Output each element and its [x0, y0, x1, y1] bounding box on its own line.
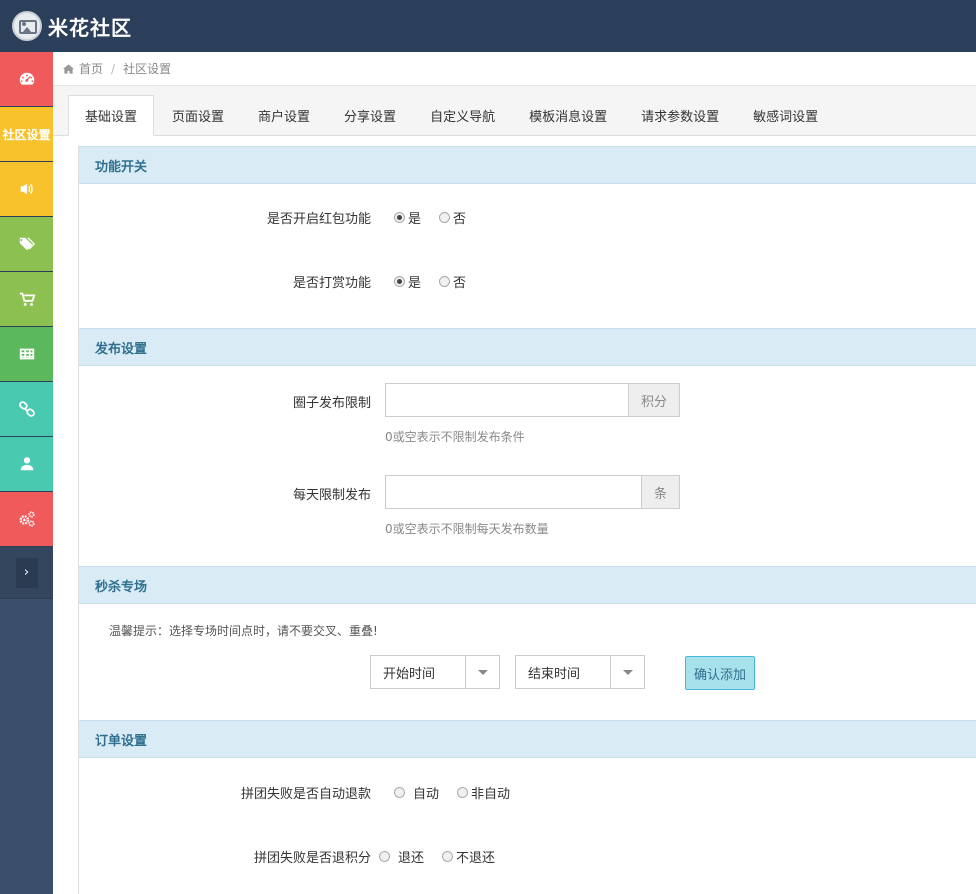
dashboard-icon — [19, 72, 34, 85]
daily-limit-group: 条 — [385, 475, 680, 509]
sidebar-item-table[interactable] — [0, 327, 53, 382]
reward-yes-radio[interactable] — [394, 276, 405, 287]
sidebar-item-tags[interactable] — [0, 217, 53, 272]
circle-limit-group: 积分 — [385, 383, 680, 417]
tags-icon — [19, 237, 35, 251]
start-time-select[interactable]: 开始时间 — [370, 655, 500, 689]
red-packet-yes-text: 是 — [408, 212, 422, 227]
section-flash-sale: 秒杀专场 温馨提示：选择专场时间点时，请不要交叉、重叠! 开始时间 结束时间 确… — [78, 566, 976, 722]
refund-points-keep-radio[interactable] — [442, 851, 454, 862]
home-icon — [63, 63, 74, 74]
reward-label: 是否打赏功能 — [292, 276, 371, 291]
section-publish-settings: 发布设置 圈子发布限制 积分 0或空表示不限制发布条件 每天限制发布 条 0或空… — [78, 328, 976, 568]
cart-icon — [19, 292, 35, 306]
confirm-add-button[interactable]: 确认添加 — [685, 656, 756, 690]
sidebar-item-community-settings[interactable]: 社区设置 — [0, 107, 53, 162]
sidebar-item-gears[interactable] — [0, 492, 53, 547]
daily-limit-addon: 条 — [640, 476, 679, 508]
link-icon — [18, 401, 35, 417]
circle-limit-label: 圈子发布限制 — [292, 396, 371, 411]
gears-icon — [19, 511, 35, 527]
tab-merchant[interactable]: 商户设置 — [242, 95, 326, 135]
user-icon — [20, 457, 33, 471]
caret-down-icon — [477, 669, 488, 675]
volume-icon — [20, 183, 33, 195]
brand-title: 米花社区 — [48, 15, 132, 40]
section-order-settings: 订单设置 拼团失败是否自动退款 自动 非自动 拼团失败是否退积分 退还 不退还 — [78, 720, 976, 894]
section-title: 订单设置 — [79, 720, 976, 758]
logo-icon — [12, 11, 42, 41]
reward-no-radio[interactable] — [439, 276, 451, 287]
daily-limit-label: 每天限制发布 — [292, 488, 371, 503]
sidebar-toggle[interactable]: › — [0, 547, 53, 599]
circle-limit-input[interactable] — [386, 384, 628, 416]
breadcrumb-home[interactable]: 首页 — [79, 60, 103, 77]
auto-refund-manual-radio[interactable] — [457, 787, 469, 798]
daily-limit-input[interactable] — [386, 476, 641, 508]
reward-no-text: 否 — [453, 276, 467, 291]
red-packet-no-radio[interactable] — [439, 212, 451, 223]
end-time-value: 结束时间 — [528, 666, 581, 682]
refund-points-return-text: 退还 — [398, 851, 425, 866]
refund-points-label: 拼团失败是否退积分 — [253, 851, 371, 866]
breadcrumb-current: 社区设置 — [123, 62, 172, 76]
tab-share[interactable]: 分享设置 — [328, 95, 412, 135]
auto-refund-auto-radio[interactable] — [394, 787, 405, 798]
section-function-switch: 功能开关 是否开启红包功能 是 否 是否打赏功能 是 否 — [78, 146, 976, 330]
caret-down-icon — [622, 669, 633, 675]
sidebar-item-cart[interactable] — [0, 272, 53, 327]
tab-custom-nav[interactable]: 自定义导航 — [414, 95, 511, 135]
tab-template-message[interactable]: 模板消息设置 — [513, 95, 623, 135]
sidebar-item-label: 社区设置 — [2, 127, 51, 142]
breadcrumb: 首页 / 社区设置 — [53, 52, 976, 86]
auto-refund-label: 拼团失败是否自动退款 — [240, 787, 371, 802]
refund-points-keep-text: 不退还 — [456, 851, 496, 866]
red-packet-yes-radio[interactable] — [394, 212, 405, 223]
sidebar-item-volume[interactable] — [0, 162, 53, 217]
settings-tabs: 基础设置 页面设置 商户设置 分享设置 自定义导航 模板消息设置 请求参数设置 … — [53, 86, 976, 136]
section-title: 发布设置 — [79, 328, 976, 366]
tab-page[interactable]: 页面设置 — [156, 95, 240, 135]
auto-refund-manual-text: 非自动 — [471, 787, 511, 802]
sidebar-item-user[interactable] — [0, 437, 53, 492]
daily-limit-help: 0或空表示不限制每天发布数量 — [385, 522, 549, 536]
section-title: 功能开关 — [79, 146, 976, 184]
reward-yes-text: 是 — [408, 276, 422, 291]
tab-request-params[interactable]: 请求参数设置 — [625, 95, 735, 135]
sidebar: 社区设置 › — [0, 52, 53, 894]
end-time-select[interactable]: 结束时间 — [515, 655, 645, 689]
tab-basic[interactable]: 基础设置 — [68, 95, 155, 136]
chevron-right-icon: › — [15, 557, 38, 588]
table-icon — [19, 348, 34, 360]
red-packet-label: 是否开启红包功能 — [266, 212, 371, 227]
start-time-value: 开始时间 — [383, 666, 436, 682]
red-packet-no-text: 否 — [453, 212, 467, 227]
circle-limit-help: 0或空表示不限制发布条件 — [385, 430, 525, 444]
circle-limit-addon: 积分 — [627, 384, 679, 416]
sidebar-item-dashboard[interactable] — [0, 52, 53, 107]
refund-points-return-radio[interactable] — [379, 851, 390, 862]
breadcrumb-separator: / — [111, 61, 116, 76]
sidebar-item-link[interactable] — [0, 382, 53, 437]
auto-refund-auto-text: 自动 — [413, 787, 440, 802]
tab-sensitive-words[interactable]: 敏感词设置 — [737, 95, 834, 135]
section-title: 秒杀专场 — [79, 566, 976, 604]
top-bar: 米花社区 — [0, 0, 976, 52]
flash-sale-tip: 温馨提示：选择专场时间点时，请不要交叉、重叠! — [109, 624, 378, 638]
